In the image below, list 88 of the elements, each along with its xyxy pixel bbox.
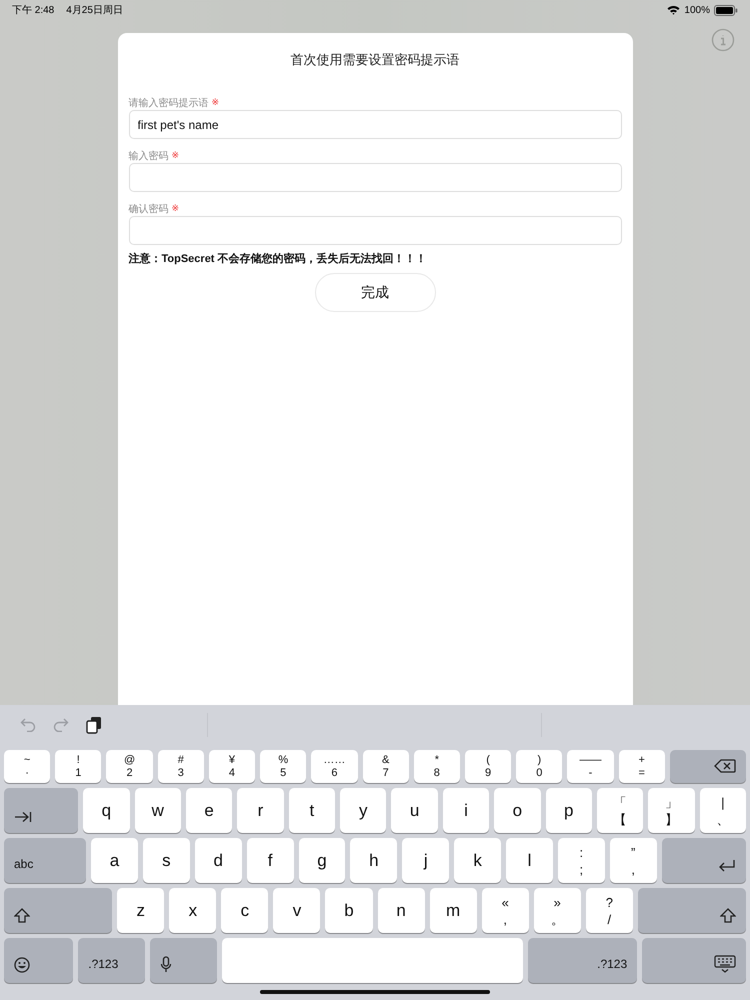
shift-icon [720, 908, 736, 923]
shift-key[interactable] [638, 888, 746, 933]
letter-key[interactable]: x [169, 888, 216, 933]
letter-key[interactable]: l [506, 838, 553, 883]
symbol-key[interactable]: 」 】 [648, 788, 695, 833]
field-label: 确认密码 [128, 202, 168, 216]
return-key[interactable] [662, 838, 746, 883]
emoji-key[interactable] [4, 938, 74, 983]
symbol-key[interactable]: —— - [567, 750, 614, 783]
letter-key[interactable]: s [142, 838, 190, 883]
letter-key[interactable]: k [454, 838, 502, 883]
letter-key[interactable]: c [221, 888, 268, 933]
status-time: 下午 2:48 [12, 4, 54, 17]
symbol-key[interactable]: « , [482, 888, 529, 933]
letter-key[interactable]: n [378, 888, 425, 933]
letter-key[interactable]: j [402, 838, 450, 883]
info-icon[interactable] [711, 28, 735, 52]
backspace-icon [714, 759, 736, 773]
field-label: 输入密码 [128, 150, 168, 162]
letter-key[interactable]: p [546, 788, 592, 833]
letter-key[interactable]: b [325, 888, 373, 933]
letter-key[interactable]: z [117, 888, 164, 933]
undo-icon[interactable] [20, 718, 36, 732]
battery-icon [714, 4, 738, 16]
hide-keyboard-key[interactable] [642, 938, 746, 983]
symbol-key[interactable]: ? / [586, 888, 633, 933]
field-label: 请输入密码提示语 [128, 96, 208, 110]
abc-key[interactable]: abc [4, 838, 86, 883]
symbol-key[interactable]: @ 2 [106, 750, 153, 783]
letter-key[interactable]: t [288, 788, 336, 833]
symbol-key[interactable]: ” , [610, 838, 657, 883]
letter-key[interactable]: u [391, 788, 438, 833]
letter-key[interactable]: q [83, 788, 130, 833]
letter-key[interactable]: h [350, 838, 398, 883]
dialog-title: 首次使用需要设置密码提示语 [290, 51, 460, 69]
symbol-key[interactable]: …… 6 [311, 750, 358, 783]
letter-key[interactable]: d [194, 838, 242, 883]
symbol-key[interactable]: 「 【 [596, 788, 644, 833]
symbol-key[interactable]: ! 1 [55, 750, 102, 783]
tab-icon [14, 811, 32, 823]
symbol-key[interactable]: + = [618, 750, 665, 783]
input-field[interactable] [128, 163, 622, 192]
symbol-key[interactable]: & 7 [362, 750, 409, 783]
letter-key[interactable]: e [186, 788, 232, 833]
emoji-icon [14, 957, 30, 973]
space-key[interactable] [222, 938, 524, 983]
letter-key[interactable]: y [340, 788, 386, 833]
symbol-key[interactable]: ) 0 [516, 750, 562, 783]
symbol-key[interactable]: » 。 [534, 888, 581, 933]
numbers-key[interactable]: .?123 [78, 938, 145, 983]
paste-icon[interactable] [86, 716, 102, 734]
symbol-key[interactable]: ( 9 [464, 750, 512, 783]
symbol-key[interactable]: # 3 [158, 750, 204, 783]
numbers-key[interactable]: .?123 [528, 938, 638, 983]
warning-text: 注意：TopSecret 不会存储您的密码，丢失后无法找回！！！ [128, 252, 428, 266]
done-button[interactable]: 完成 [314, 273, 436, 312]
shift-key[interactable] [4, 888, 112, 933]
letter-key[interactable]: a [91, 838, 138, 883]
required-mark: ※ [172, 203, 180, 214]
letter-key[interactable]: i [442, 788, 490, 833]
letter-key[interactable]: m [430, 888, 477, 933]
tab-key[interactable] [4, 788, 78, 833]
symbol-key[interactable]: ~ · [4, 750, 50, 783]
symbol-key[interactable]: * 8 [414, 750, 460, 783]
required-mark: ※ [212, 97, 220, 108]
required-mark: ※ [172, 150, 180, 161]
letter-key[interactable]: v [273, 888, 320, 933]
symbol-key[interactable]: : ; [558, 838, 605, 883]
battery-percent: 100% [684, 4, 710, 16]
keyboard-hide-icon [714, 955, 736, 973]
letter-key[interactable]: f [246, 838, 294, 883]
symbol-key[interactable]: ¥ 4 [208, 750, 256, 783]
letter-key[interactable]: g [298, 838, 346, 883]
redo-icon[interactable] [53, 718, 69, 732]
microphone-icon [160, 956, 172, 973]
symbol-key[interactable]: | 、 [700, 788, 746, 833]
letter-key[interactable]: o [494, 788, 541, 833]
symbol-key[interactable]: % 5 [260, 750, 306, 783]
status-date: 4月25日周日 [66, 4, 123, 17]
return-icon [718, 859, 736, 873]
input-field[interactable]: first pet's name [128, 110, 622, 139]
shift-icon [14, 908, 30, 923]
dictation-key[interactable] [150, 938, 217, 983]
wifi-icon [667, 5, 680, 15]
letter-key[interactable]: w [134, 788, 181, 833]
letter-key[interactable]: r [237, 788, 284, 833]
input-field[interactable] [128, 216, 622, 245]
backspace-key[interactable] [670, 750, 746, 783]
